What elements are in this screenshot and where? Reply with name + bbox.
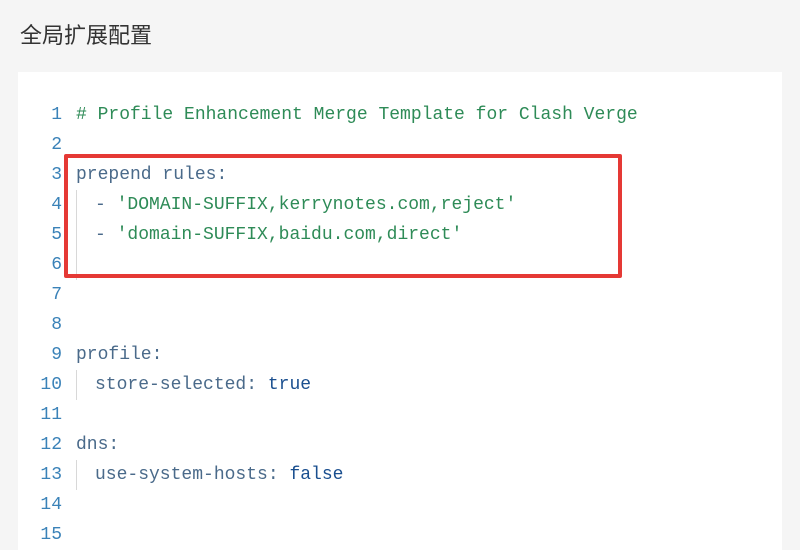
token: use-system-hosts [95, 460, 268, 490]
line-number: 7 [18, 280, 62, 310]
indent-guide [76, 190, 77, 220]
token: # Profile Enhancement Merge Template for… [76, 100, 638, 130]
token: - [95, 220, 117, 250]
code-line[interactable]: - 'domain-SUFFIX,baidu.com,direct' [76, 220, 782, 250]
token: 'DOMAIN-SUFFIX,kerrynotes.com,reject' [117, 190, 517, 220]
code-line[interactable] [76, 130, 782, 160]
line-number: 13 [18, 460, 62, 490]
line-number: 9 [18, 340, 62, 370]
token: : [216, 160, 227, 190]
code-editor[interactable]: 123456789101112131415 # Profile Enhancem… [18, 72, 782, 550]
token: 'domain-SUFFIX,baidu.com,direct' [117, 220, 463, 250]
indent-guide [76, 370, 77, 400]
line-number: 15 [18, 520, 62, 550]
token: - [95, 190, 117, 220]
code-line[interactable]: dns: [76, 430, 782, 460]
line-number: 10 [18, 370, 62, 400]
token: store-selected [95, 370, 246, 400]
token: dns [76, 430, 108, 460]
code-line[interactable]: use-system-hosts: false [76, 460, 782, 490]
indent-guide [76, 220, 77, 250]
line-number: 12 [18, 430, 62, 460]
line-number: 11 [18, 400, 62, 430]
code-line[interactable]: profile: [76, 340, 782, 370]
code-line[interactable]: - 'DOMAIN-SUFFIX,kerrynotes.com,reject' [76, 190, 782, 220]
token: profile [76, 340, 152, 370]
line-number: 14 [18, 490, 62, 520]
token: true [268, 370, 311, 400]
token: : [246, 370, 268, 400]
code-line[interactable]: prepend rules: [76, 160, 782, 190]
code-line[interactable] [76, 520, 782, 550]
indent-guide [76, 250, 77, 280]
code-line[interactable] [76, 280, 782, 310]
token: : [268, 460, 290, 490]
code-line[interactable]: store-selected: true [76, 370, 782, 400]
code-line[interactable]: # Profile Enhancement Merge Template for… [76, 100, 782, 130]
token: : [152, 340, 163, 370]
code-line[interactable] [76, 490, 782, 520]
line-number: 2 [18, 130, 62, 160]
code-line[interactable] [76, 310, 782, 340]
indent-guide [76, 460, 77, 490]
line-number: 3 [18, 160, 62, 190]
page-title: 全局扩展配置 [0, 0, 800, 72]
line-number: 5 [18, 220, 62, 250]
code-lines[interactable]: # Profile Enhancement Merge Template for… [76, 100, 782, 550]
line-number: 4 [18, 190, 62, 220]
line-number: 1 [18, 100, 62, 130]
token: prepend rules [76, 160, 216, 190]
code-line[interactable] [76, 400, 782, 430]
line-number: 6 [18, 250, 62, 280]
code-line[interactable] [76, 250, 782, 280]
token: : [108, 430, 119, 460]
line-number: 8 [18, 310, 62, 340]
gutter: 123456789101112131415 [18, 100, 76, 550]
token: false [289, 460, 343, 490]
